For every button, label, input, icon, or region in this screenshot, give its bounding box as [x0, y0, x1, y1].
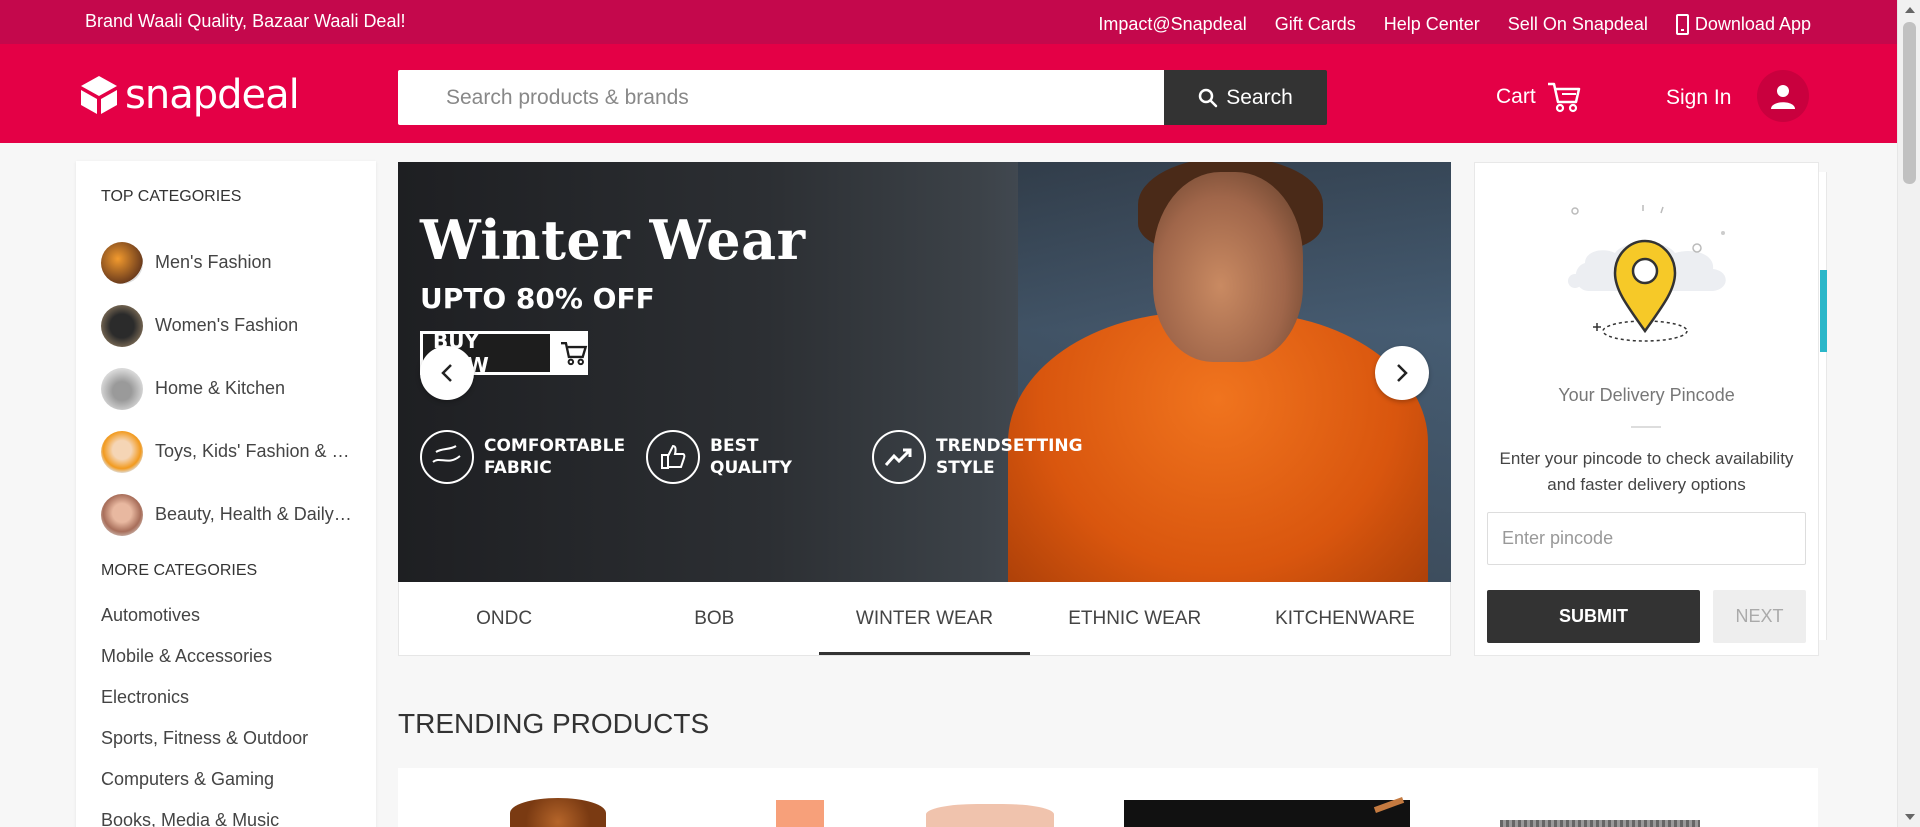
snapdeal-logo[interactable]: snapdeal	[77, 72, 300, 118]
top-categories-heading: TOP CATEGORIES	[101, 188, 242, 205]
sell-on-snapdeal-link[interactable]: Sell On Snapdeal	[1508, 14, 1648, 35]
tab-winter-wear[interactable]: WINTER WEAR	[819, 582, 1030, 655]
search-input[interactable]: Search products & brands	[398, 70, 1164, 125]
banner-title: Winter Wear	[420, 208, 806, 272]
cart-icon	[1547, 82, 1580, 113]
search-button-label: Search	[1226, 85, 1293, 109]
product-image[interactable]	[776, 800, 824, 827]
category-books-media[interactable]: Books, Media & Music	[101, 800, 308, 827]
category-beauty-health[interactable]: Beauty, Health & Daily Needs	[101, 483, 355, 546]
category-label: Toys, Kids' Fashion & more	[155, 441, 355, 461]
feature-label: TRENDSETTING STYLE	[936, 436, 1083, 478]
next-card-edge	[1819, 172, 1827, 640]
feature-trendsetting-style: TRENDSETTING STYLE	[872, 430, 1083, 484]
phone-icon	[1675, 14, 1689, 35]
chevron-left-icon	[441, 364, 452, 382]
scroll-thumb[interactable]	[1903, 22, 1916, 184]
cart-button[interactable]: Cart	[1496, 80, 1582, 114]
tagline: Brand Waali Quality, Bazaar Waali Deal!	[85, 11, 406, 31]
category-computers-gaming[interactable]: Computers & Gaming	[101, 759, 308, 800]
more-categories-heading: MORE CATEGORIES	[101, 562, 258, 579]
category-label: Beauty, Health & Daily Needs	[155, 504, 355, 524]
delivery-pincode-card: Your Delivery Pincode Enter your pincode…	[1474, 162, 1819, 656]
more-categories-list: Automotives Mobile & Accessories Electro…	[101, 595, 308, 827]
category-mobile-accessories[interactable]: Mobile & Accessories	[101, 636, 308, 677]
trending-products-carousel	[398, 768, 1818, 827]
location-pin-icon	[1568, 205, 1726, 342]
gift-cards-link[interactable]: Gift Cards	[1275, 14, 1356, 35]
search-button[interactable]: Search	[1164, 70, 1327, 125]
category-label: Women's Fashion	[155, 315, 299, 335]
banner-tabs: ONDC BOB WINTER WEAR ETHNIC WEAR KITCHEN…	[398, 582, 1451, 656]
pincode-placeholder: Enter pincode	[1502, 528, 1614, 548]
top-strip: Brand Waali Quality, Bazaar Waali Deal! …	[0, 0, 1897, 44]
product-image[interactable]	[1124, 797, 1410, 827]
download-app-label: Download App	[1694, 14, 1811, 34]
scroll-up-icon[interactable]	[1905, 7, 1915, 13]
category-thumbnail	[101, 367, 143, 410]
tab-bob[interactable]: BOB	[609, 582, 819, 655]
pincode-description: Enter your pincode to check availability…	[1499, 449, 1794, 494]
category-automotives[interactable]: Automotives	[101, 595, 308, 636]
cart-label: Cart	[1496, 85, 1536, 108]
feature-label: BEST QUALITY	[710, 436, 792, 478]
pincode-title: Your Delivery Pincode	[1558, 385, 1735, 405]
category-home-kitchen[interactable]: Home & Kitchen	[101, 357, 355, 420]
cart-icon	[561, 341, 588, 366]
category-womens-fashion[interactable]: Women's Fashion	[101, 294, 355, 357]
category-thumbnail	[101, 241, 143, 284]
title-divider	[1631, 426, 1661, 428]
category-thumbnail	[101, 304, 143, 347]
top-categories-list: Men's Fashion Women's Fashion Home & Kit…	[101, 231, 355, 546]
category-label: Men's Fashion	[155, 252, 272, 272]
banner-prev-button[interactable]	[420, 346, 474, 400]
product-detail	[1373, 797, 1405, 813]
banner-next-button[interactable]	[1375, 346, 1429, 400]
thumbs-up-icon	[646, 430, 700, 484]
banner-model-face	[1153, 172, 1303, 362]
product-image[interactable]	[1500, 820, 1700, 827]
category-mens-fashion[interactable]: Men's Fashion	[101, 231, 355, 294]
help-center-link[interactable]: Help Center	[1384, 14, 1480, 35]
trending-products-heading: TRENDING PRODUCTS	[398, 708, 710, 739]
hand-icon	[420, 430, 474, 484]
feature-comfortable-fabric: COMFORTABLE FABRIC	[420, 430, 625, 484]
category-thumbnail	[101, 493, 143, 536]
logo-text: snapdeal	[125, 72, 300, 118]
category-label: Home & Kitchen	[155, 378, 286, 398]
pincode-next-button[interactable]: NEXT	[1713, 590, 1806, 643]
sign-in-link[interactable]: Sign In	[1666, 86, 1731, 110]
trend-up-icon	[872, 430, 926, 484]
pincode-input[interactable]: Enter pincode	[1487, 512, 1806, 565]
category-sports-fitness[interactable]: Sports, Fitness & Outdoor	[101, 718, 308, 759]
product-image[interactable]	[510, 798, 606, 827]
hero-banner[interactable]: Winter Wear UPTO 80% OFF BUY NOW COMFORT…	[398, 162, 1451, 582]
tab-ondc[interactable]: ONDC	[399, 582, 609, 655]
banner-subtitle: UPTO 80% OFF	[420, 282, 655, 315]
feature-label: COMFORTABLE FABRIC	[484, 436, 626, 478]
logo-mark-icon	[81, 76, 117, 114]
user-icon	[1771, 85, 1795, 109]
chevron-right-icon	[1397, 364, 1408, 382]
impact-link[interactable]: Impact@Snapdeal	[1098, 14, 1246, 35]
category-sidebar: TOP CATEGORIES Men's Fashion Women's Fas…	[76, 161, 376, 827]
pincode-submit-button[interactable]: SUBMIT	[1487, 590, 1700, 643]
tab-kitchenware[interactable]: KITCHENWARE	[1240, 582, 1450, 655]
category-electronics[interactable]: Electronics	[101, 677, 308, 718]
main-header: snapdeal Search products & brands Search…	[0, 44, 1897, 143]
product-image[interactable]	[926, 804, 1054, 827]
tab-ethnic-wear[interactable]: ETHNIC WEAR	[1030, 582, 1240, 655]
scroll-down-icon[interactable]	[1905, 814, 1915, 820]
user-avatar-button[interactable]	[1757, 70, 1809, 122]
category-toys-kids[interactable]: Toys, Kids' Fashion & more	[101, 420, 355, 483]
page-scrollbar[interactable]	[1897, 0, 1920, 827]
feature-best-quality: BEST QUALITY	[646, 430, 792, 484]
category-thumbnail	[101, 430, 143, 473]
next-card-accent	[1820, 270, 1827, 352]
download-app-link[interactable]: Download App	[1675, 14, 1811, 35]
top-links: Impact@Snapdeal Gift Cards Help Center S…	[1070, 14, 1811, 35]
search-placeholder: Search products & brands	[446, 85, 689, 109]
search-icon	[1198, 88, 1218, 107]
